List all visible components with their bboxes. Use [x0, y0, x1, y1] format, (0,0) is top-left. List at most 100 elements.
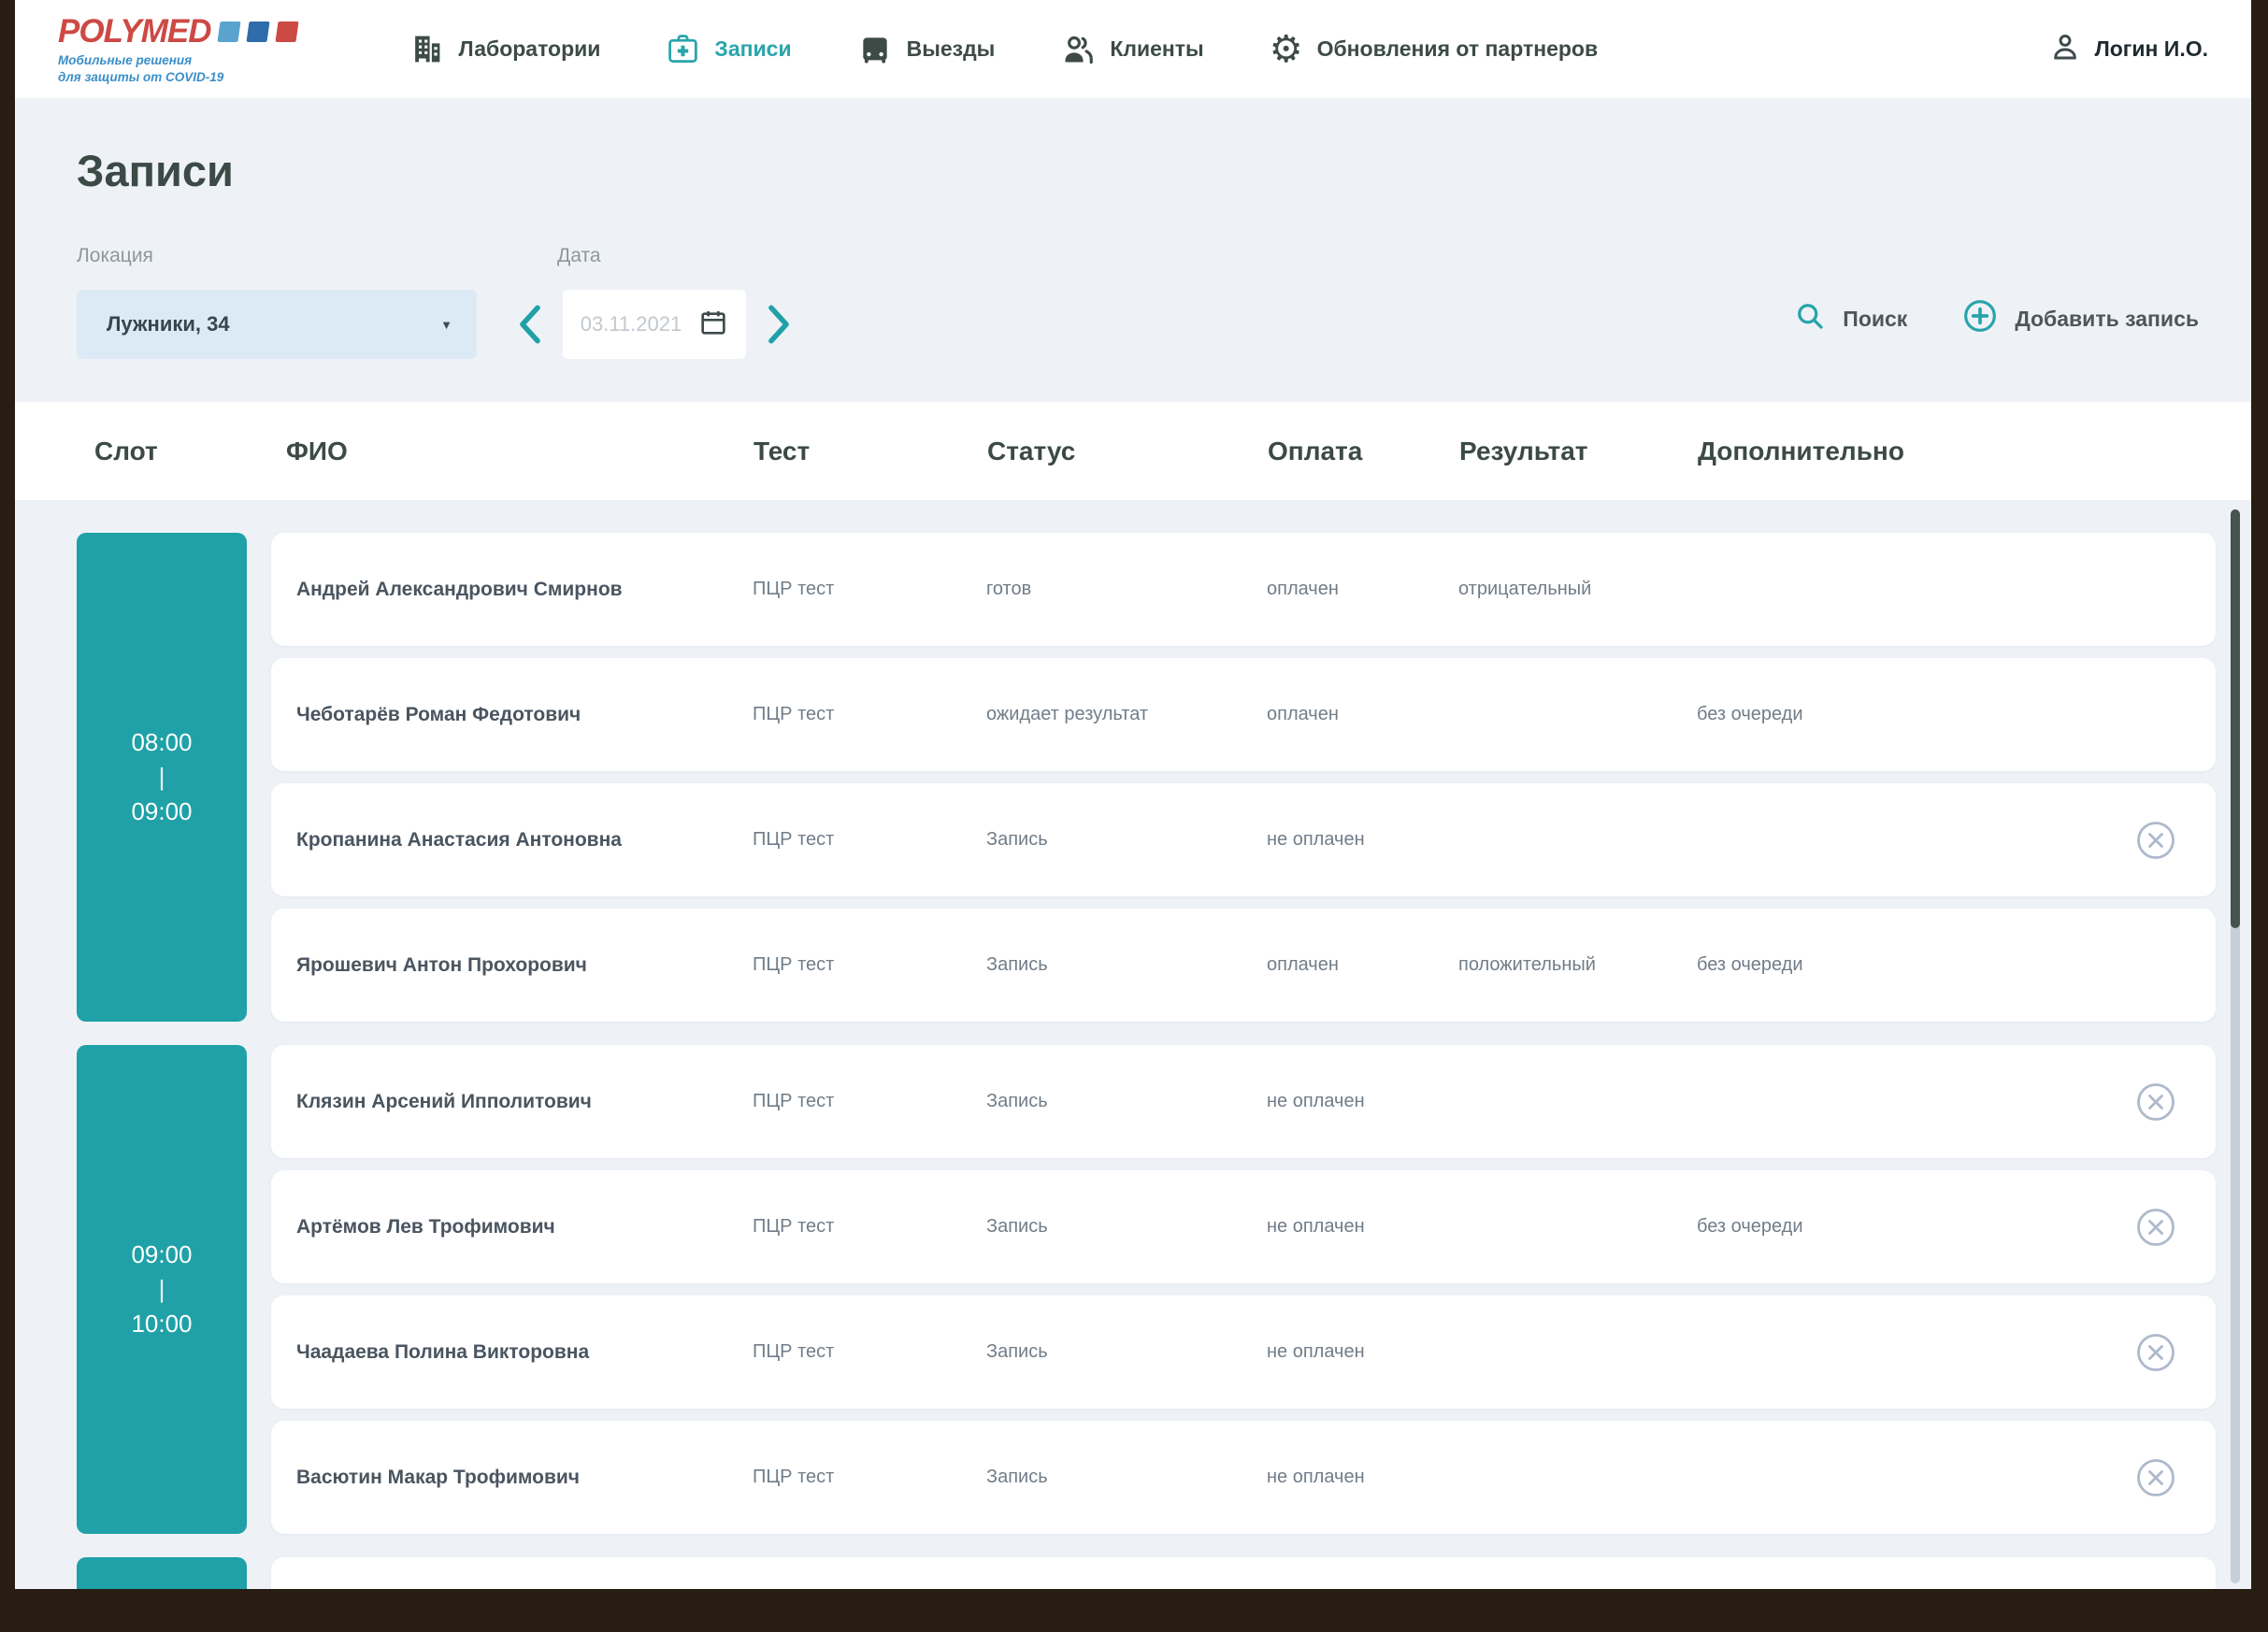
- building-icon: [409, 32, 444, 66]
- circle-x-icon: [2137, 1333, 2175, 1371]
- patient-name-cell: Андрей Александрович Смирнов: [296, 578, 623, 600]
- test-cell: ПЦР тест: [753, 1467, 835, 1487]
- nav-item-clients[interactable]: Клиенты: [1060, 32, 1204, 67]
- circle-x-icon: [2137, 1082, 2175, 1121]
- test-cell: ПЦР тест: [753, 579, 835, 599]
- appointment-row[interactable]: Васютин Макар Трофимович ПЦР тест Запись не…: [271, 1421, 2216, 1534]
- nav-label: Обновления от партнеров: [1316, 36, 1599, 61]
- appointment-row[interactable]: [271, 1557, 2216, 1589]
- payment-cell: оплачен: [1267, 579, 1339, 599]
- payment-cell: не оплачен: [1267, 1091, 1365, 1111]
- scrollbar-thumb[interactable]: [2231, 509, 2240, 928]
- time-slot-block: 09:00 | 10:00: [77, 1045, 247, 1534]
- appointment-row[interactable]: Ярошевич Антон Прохорович ПЦР тест Запись о…: [271, 909, 2216, 1022]
- patient-name-cell: Кропанина Анастасия Антоновна: [296, 828, 622, 851]
- extra-cell: без очереди: [1697, 954, 1803, 975]
- date-value: 03.11.2021: [580, 312, 682, 336]
- date-input[interactable]: 03.11.2021: [563, 290, 746, 359]
- logo-square-red: [275, 21, 300, 42]
- column-header-extra: Дополнительно: [1698, 436, 1904, 465]
- app-window: POLYMED Мобильные решения для защиты от …: [15, 0, 2251, 1589]
- circle-x-icon: [2137, 1458, 2175, 1496]
- patient-name-cell: Артёмов Лев Трофимович: [296, 1215, 555, 1238]
- filters-bar: Локация Лужники, 34 ▼ Дата 03.11.2021 По…: [77, 245, 2199, 359]
- payment-cell: оплачен: [1267, 704, 1339, 724]
- first-aid-kit-icon: [666, 32, 700, 66]
- status-cell: ожидает результат: [986, 704, 1149, 724]
- payment-cell: не оплачен: [1267, 1216, 1365, 1237]
- gear-icon: ⚙: [1269, 27, 1303, 71]
- search-button[interactable]: Поиск: [1793, 299, 1907, 338]
- status-cell: Запись: [986, 1091, 1048, 1111]
- nav-item-records[interactable]: Записи: [666, 32, 792, 66]
- time-slot-block: 08:00 | 09:00: [77, 533, 247, 1022]
- payment-cell: не оплачен: [1267, 1341, 1365, 1362]
- appointment-row[interactable]: Чаадаева Полина Викторовна ПЦР тест Запись…: [271, 1296, 2216, 1409]
- main-nav: Лаборатории Записи Выезды Клиенты ⚙ Обно…: [409, 31, 1598, 68]
- row-actions-cell: [2128, 1199, 2203, 1255]
- appointment-row[interactable]: Кропанина Анастасия Антоновна ПЦР тест Зап…: [271, 783, 2216, 896]
- circle-x-icon: [2137, 1208, 2175, 1246]
- appointment-row[interactable]: Артёмов Лев Трофимович ПЦР тест Запись не о…: [271, 1170, 2216, 1283]
- patient-name-cell: Васютин Макар Трофимович: [296, 1466, 580, 1488]
- search-icon: [1793, 299, 1827, 338]
- cancel-appointment-button[interactable]: [2128, 812, 2184, 868]
- slot-rows: [271, 1557, 2216, 1589]
- status-cell: Запись: [986, 1341, 1048, 1362]
- user-menu[interactable]: Логин И.О.: [2048, 30, 2208, 69]
- top-bar: POLYMED Мобильные решения для защиты от …: [15, 0, 2251, 98]
- patient-name-cell: Чеботарёв Роман Федотович: [296, 703, 581, 725]
- row-actions-cell: [2128, 1324, 2203, 1381]
- test-cell: ПЦР тест: [753, 1341, 835, 1362]
- next-day-button[interactable]: [767, 305, 791, 344]
- payment-cell: не оплачен: [1267, 1467, 1365, 1487]
- appointment-row[interactable]: Чеботарёв Роман Федотович ПЦР тест ожидает…: [271, 658, 2216, 771]
- cancel-appointment-button[interactable]: [2128, 1450, 2184, 1506]
- nav-item-laboratories[interactable]: Лаборатории: [409, 32, 600, 66]
- table-header: Слот ФИО Тест Статус Оплата Результат До…: [15, 402, 2251, 500]
- column-header-status: Статус: [987, 436, 1076, 465]
- prev-day-button[interactable]: [518, 305, 542, 344]
- time-slot-block: [77, 1557, 247, 1589]
- nav-item-visits[interactable]: Выезды: [857, 32, 995, 67]
- column-header-slot: Слот: [94, 436, 158, 465]
- result-cell: положительный: [1458, 954, 1596, 975]
- plus-circle-icon: [1961, 297, 1999, 340]
- page-title: Записи: [77, 146, 234, 195]
- brand-logo: POLYMED Мобильные решения для защиты от …: [58, 13, 300, 85]
- location-label: Локация: [77, 245, 153, 266]
- slot-rows: Клязин Арсений Ипполитович ПЦР тест Запись…: [271, 1045, 2216, 1534]
- test-cell: ПЦР тест: [753, 704, 835, 724]
- row-actions-cell: [2128, 812, 2203, 868]
- logo-square-light-blue: [217, 21, 242, 42]
- car-icon: [857, 32, 893, 67]
- search-label: Поиск: [1843, 306, 1908, 331]
- slot-rows: Андрей Александрович Смирнов ПЦР тест гото…: [271, 533, 2216, 1022]
- test-cell: ПЦР тест: [753, 1091, 835, 1111]
- people-icon: [1060, 32, 1096, 67]
- nav-label: Лаборатории: [458, 36, 601, 61]
- circle-x-icon: [2137, 821, 2175, 859]
- status-cell: Запись: [986, 829, 1048, 850]
- appointment-row[interactable]: Клязин Арсений Ипполитович ПЦР тест Запись…: [271, 1045, 2216, 1158]
- cancel-appointment-button[interactable]: [2128, 1074, 2184, 1130]
- user-name: Логин И.О.: [2094, 36, 2208, 61]
- person-icon: [2048, 30, 2082, 69]
- chevron-down-icon: ▼: [440, 317, 452, 332]
- patient-name-cell: Клязин Арсений Ипполитович: [296, 1090, 592, 1112]
- location-select[interactable]: Лужники, 34 ▼: [77, 290, 477, 359]
- status-cell: Запись: [986, 1467, 1048, 1487]
- slot-group: [77, 1557, 2216, 1589]
- scrollbar-track[interactable]: [2231, 509, 2240, 1583]
- date-label: Дата: [557, 245, 601, 266]
- appointment-row[interactable]: Андрей Александрович Смирнов ПЦР тест гото…: [271, 533, 2216, 646]
- nav-item-partner-updates[interactable]: ⚙ Обновления от партнеров: [1270, 31, 1598, 68]
- cancel-appointment-button[interactable]: [2128, 1324, 2184, 1381]
- add-record-button[interactable]: Добавить запись: [1961, 297, 2199, 340]
- calendar-icon[interactable]: [698, 308, 728, 342]
- nav-label: Клиенты: [1110, 36, 1204, 61]
- appointments-body: 08:00 | 09:00 Андрей Александрович Смирно…: [15, 500, 2251, 1589]
- cancel-appointment-button[interactable]: [2128, 1199, 2184, 1255]
- slot-group: 08:00 | 09:00 Андрей Александрович Смирно…: [77, 533, 2216, 1022]
- extra-cell: без очереди: [1697, 704, 1803, 724]
